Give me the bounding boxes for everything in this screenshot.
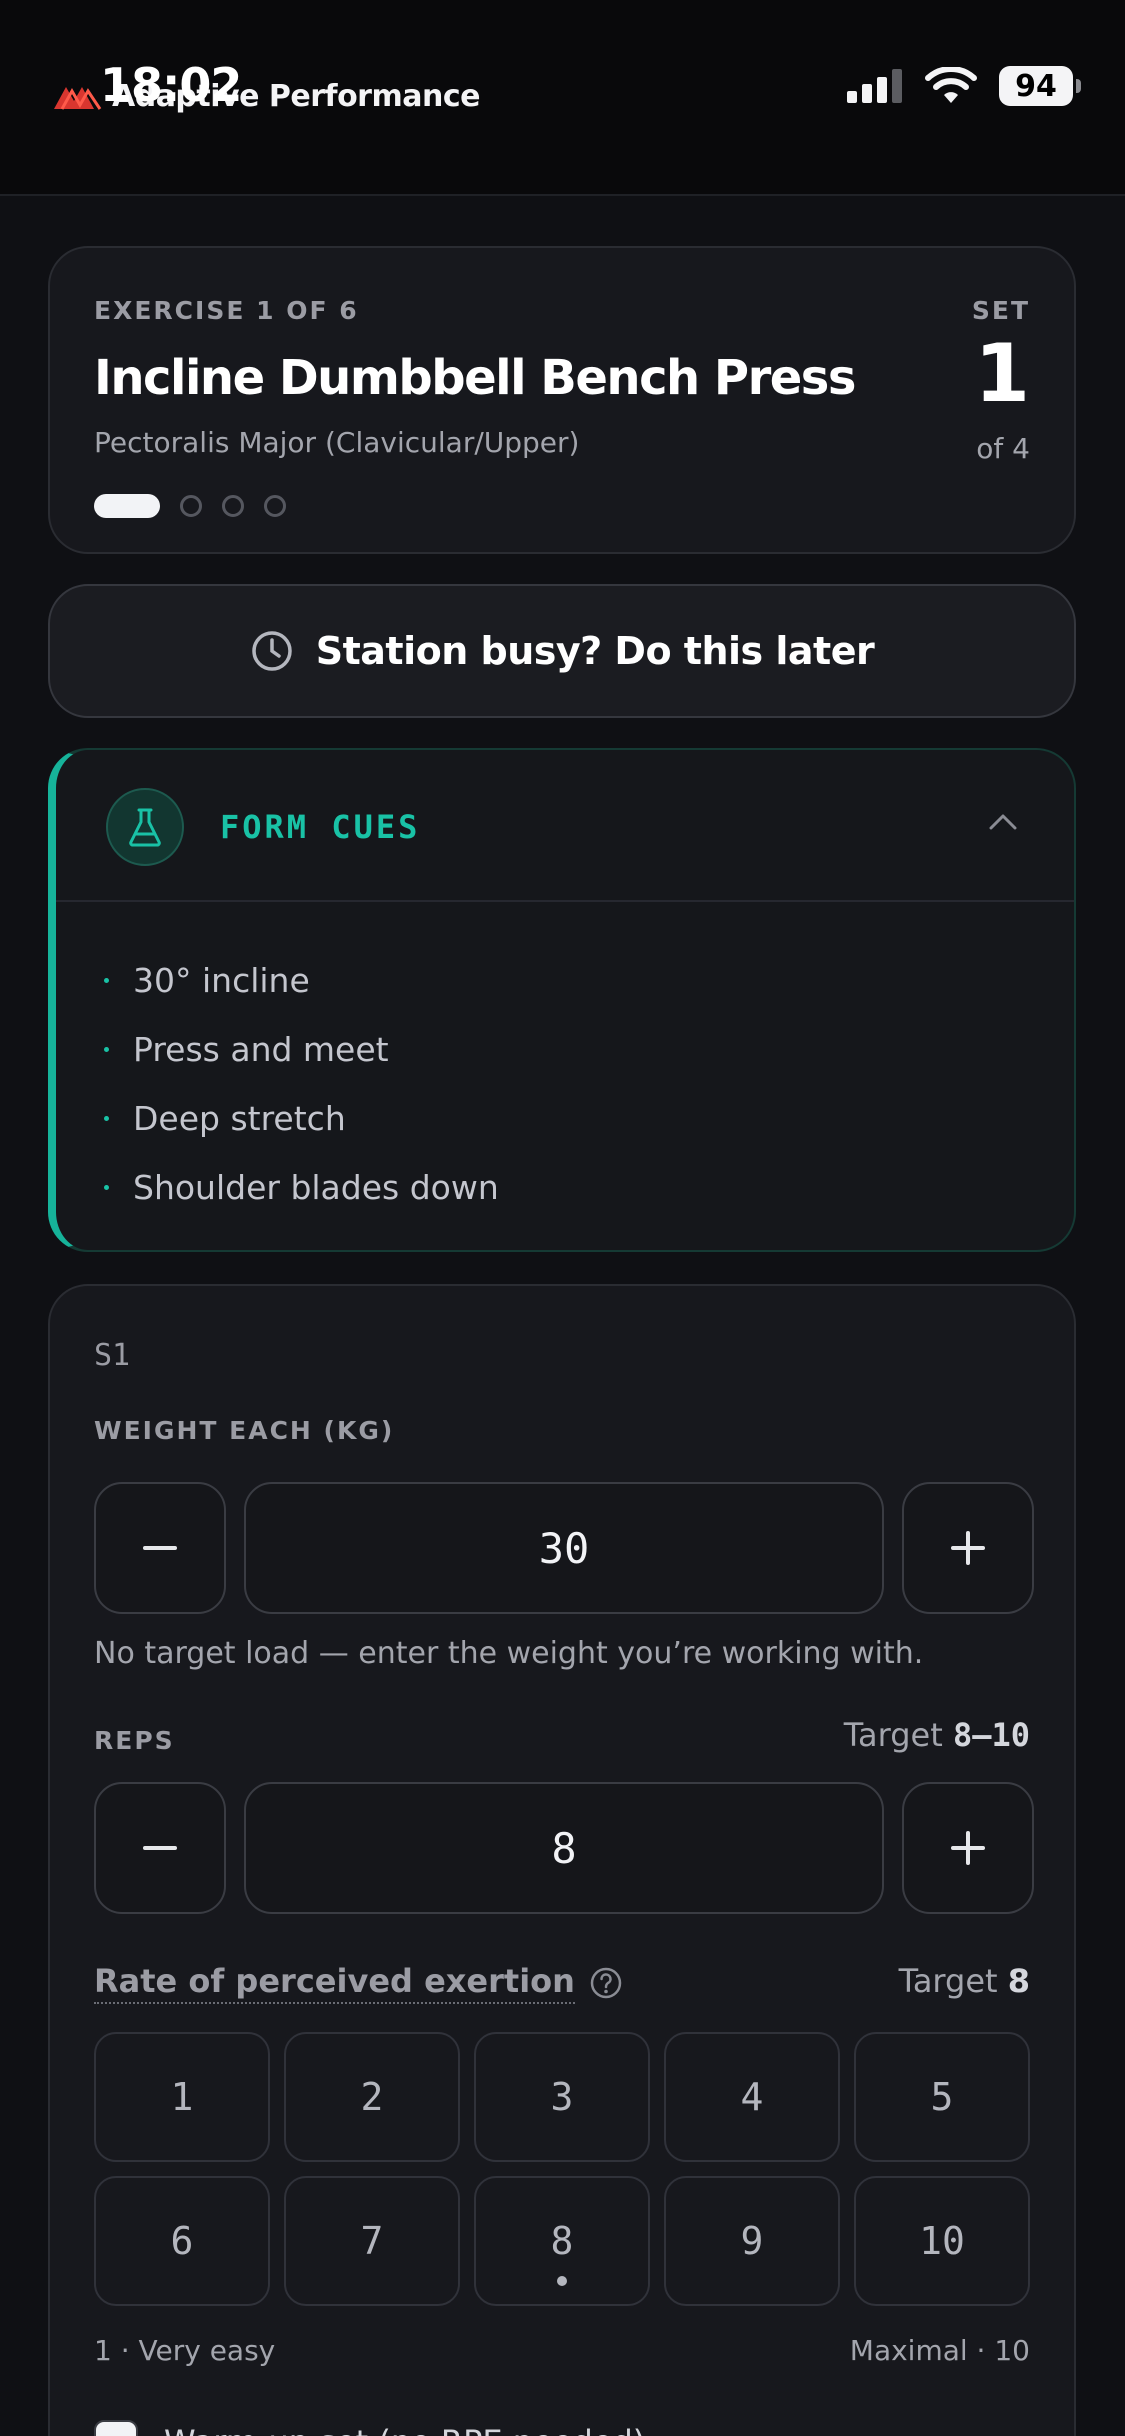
bullet-icon (104, 978, 109, 983)
rpe-option-10[interactable]: 10 (854, 2176, 1030, 2306)
bullet-icon (104, 1047, 109, 1052)
clock-icon (252, 631, 292, 671)
set-label: SET (971, 296, 1030, 325)
minus-icon (143, 1846, 177, 1850)
list-item: Press and meet (104, 1015, 499, 1084)
rpe-option-1[interactable]: 1 (94, 2032, 270, 2162)
target-marker-icon (557, 2276, 567, 2286)
rpe-info-toggle[interactable]: Rate of perceived exertion (94, 1962, 623, 2004)
reps-target-value: 8–10 (952, 1716, 1030, 1754)
set-dot (264, 495, 286, 517)
status-icons: 94 (847, 66, 1081, 106)
weight-increase-button[interactable] (902, 1482, 1034, 1614)
flask-icon (106, 788, 184, 866)
warmup-checkbox[interactable] (94, 2420, 138, 2436)
plus-icon (951, 1531, 985, 1565)
chevron-up-icon[interactable] (988, 812, 1018, 832)
weight-input[interactable]: 30 (244, 1482, 884, 1614)
do-later-label: Station busy? Do this later (315, 629, 875, 673)
rpe-label: Rate of perceived exertion (94, 1962, 575, 2004)
cellular-signal-icon (847, 69, 902, 103)
rpe-option-2[interactable]: 2 (284, 2032, 460, 2162)
set-dot-active (94, 494, 160, 518)
exercise-muscle: Pectoralis Major (Clavicular/Upper) (94, 426, 580, 459)
set-number: 1 (974, 327, 1030, 420)
list-item: Deep stretch (104, 1084, 499, 1153)
set-dot (180, 495, 202, 517)
reps-label: REPS (94, 1726, 175, 1755)
rpe-selector: 1 2 3 4 5 6 7 8 9 10 (94, 2032, 1034, 2306)
do-later-button[interactable]: Station busy? Do this later (48, 584, 1076, 718)
rpe-option-7[interactable]: 7 (284, 2176, 460, 2306)
rpe-option-6[interactable]: 6 (94, 2176, 270, 2306)
battery-level: 94 (1015, 68, 1057, 104)
rpe-target: Target 8 (898, 1962, 1030, 2000)
top-bar: Adaptive Performance 18:02 94 (0, 0, 1125, 196)
status-time: 18:02 (100, 58, 242, 112)
set-tag: S1 (94, 1338, 131, 1373)
reps-stepper: 8 (94, 1782, 1034, 1914)
bullet-icon (104, 1185, 109, 1190)
rpe-option-5[interactable]: 5 (854, 2032, 1030, 2162)
exercise-card: EXERCISE 1 OF 6 Incline Dumbbell Bench P… (48, 246, 1076, 554)
warmup-label: Warm-up set (no RPE needed) (164, 2423, 645, 2436)
set-entry-card: S1 WEIGHT EACH (KG) 30 No target load — … (48, 1284, 1076, 2436)
plus-icon (951, 1831, 985, 1865)
rpe-scale-low: 1 · Very easy (94, 2334, 276, 2367)
rpe-target-value: 8 (1007, 1962, 1030, 2000)
set-dot (222, 495, 244, 517)
set-total: of 4 (976, 432, 1030, 465)
list-item: 30° incline (104, 946, 499, 1015)
weight-label: WEIGHT EACH (KG) (94, 1416, 395, 1445)
rpe-option-3[interactable]: 3 (474, 2032, 650, 2162)
set-progress-dots (94, 494, 286, 518)
weight-decrease-button[interactable] (94, 1482, 226, 1614)
rpe-option-8[interactable]: 8 (474, 2176, 650, 2306)
brand-logo-icon (54, 87, 102, 110)
battery-icon: 94 (999, 66, 1081, 106)
reps-target: Target 8–10 (843, 1716, 1030, 1754)
weight-stepper: 30 (94, 1482, 1034, 1614)
form-cues-card: FORM CUES 30° incline Press and meet Dee… (48, 748, 1076, 1252)
form-cues-header[interactable]: FORM CUES (56, 750, 1074, 902)
form-cues-title: FORM CUES (220, 808, 421, 846)
wifi-icon (925, 67, 977, 103)
exercise-title: Incline Dumbbell Bench Press (94, 350, 856, 406)
reps-increase-button[interactable] (902, 1782, 1034, 1914)
reps-input[interactable]: 8 (244, 1782, 884, 1914)
reps-decrease-button[interactable] (94, 1782, 226, 1914)
help-icon (590, 1967, 622, 1999)
weight-hint: No target load — enter the weight you’re… (94, 1636, 924, 1671)
form-cues-list: 30° incline Press and meet Deep stretch … (104, 946, 499, 1222)
rpe-option-4[interactable]: 4 (664, 2032, 840, 2162)
rpe-option-9[interactable]: 9 (664, 2176, 840, 2306)
warmup-toggle[interactable]: Warm-up set (no RPE needed) (94, 2420, 645, 2436)
bullet-icon (104, 1116, 109, 1121)
list-item: Shoulder blades down (104, 1153, 499, 1222)
rpe-scale-high: Maximal · 10 (849, 2334, 1030, 2367)
minus-icon (143, 1546, 177, 1550)
exercise-progress: EXERCISE 1 OF 6 (94, 296, 359, 325)
